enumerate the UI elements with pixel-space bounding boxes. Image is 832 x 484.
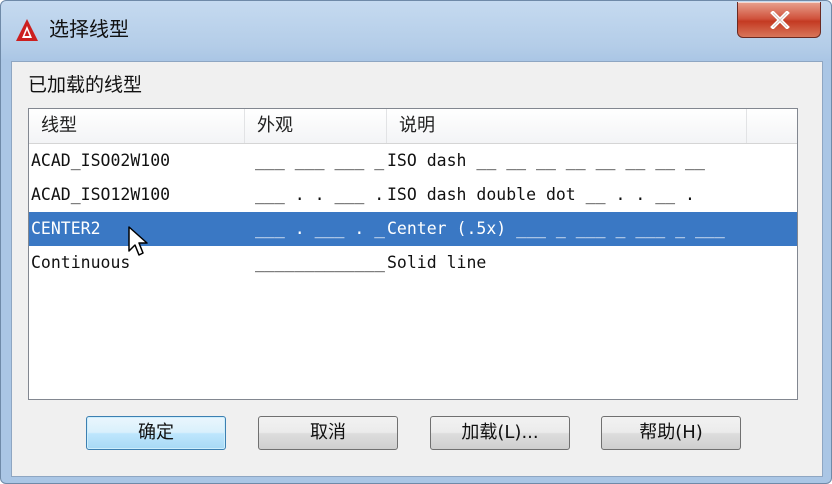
dialog-title: 选择线型 xyxy=(49,17,129,41)
dialog-body: 已加载的线型 线型 外观 说明 ACAD_ISO02W100 ___ ___ _… xyxy=(11,61,823,477)
linetype-appearance: ___ . . ___ . . _ xyxy=(255,185,385,204)
load-button[interactable]: 加载(L)... xyxy=(430,416,570,450)
help-button[interactable]: 帮助(H) xyxy=(601,416,741,450)
close-x-icon xyxy=(770,11,790,29)
column-header-appearance[interactable]: 外观 xyxy=(245,109,387,143)
close-button[interactable] xyxy=(737,2,821,38)
linetype-description: ISO dash __ __ __ __ __ __ __ __ xyxy=(387,151,705,170)
linetype-description: Center (.5x) ___ _ ___ _ ___ _ ___ xyxy=(387,219,725,238)
column-header-description[interactable]: 说明 xyxy=(387,109,747,143)
loaded-linetypes-label: 已加载的线型 xyxy=(28,74,143,96)
autocad-logo-icon xyxy=(15,18,39,42)
column-header-linetype[interactable]: 线型 xyxy=(29,109,245,143)
list-item[interactable]: ACAD_ISO12W100 ___ . . ___ . . _ ISO das… xyxy=(29,178,797,212)
cancel-button[interactable]: 取消 xyxy=(258,416,398,450)
linetype-description: ISO dash double dot __ . . __ . xyxy=(387,185,695,204)
list-header: 线型 外观 说明 xyxy=(29,109,797,144)
column-header-filler xyxy=(747,109,797,143)
select-linetype-dialog: 选择线型 已加载的线型 线型 外观 说明 ACAD_ISO02W100 ___ … xyxy=(0,0,832,484)
linetype-appearance: ___ ___ ___ _ xyxy=(255,151,385,170)
linetype-appearance: ______________ xyxy=(255,253,385,272)
list-item[interactable]: ACAD_ISO02W100 ___ ___ ___ _ ISO dash __… xyxy=(29,144,797,178)
linetype-name: ACAD_ISO02W100 xyxy=(31,151,171,170)
ok-button[interactable]: 确定 xyxy=(86,416,226,450)
linetype-description: Solid line xyxy=(387,253,487,272)
linetype-appearance: ___ . ___ . ___ . xyxy=(255,219,385,238)
mouse-pointer-icon xyxy=(127,225,151,259)
title-bar[interactable]: 选择线型 xyxy=(1,1,831,61)
linetype-name: ACAD_ISO12W100 xyxy=(31,185,171,204)
